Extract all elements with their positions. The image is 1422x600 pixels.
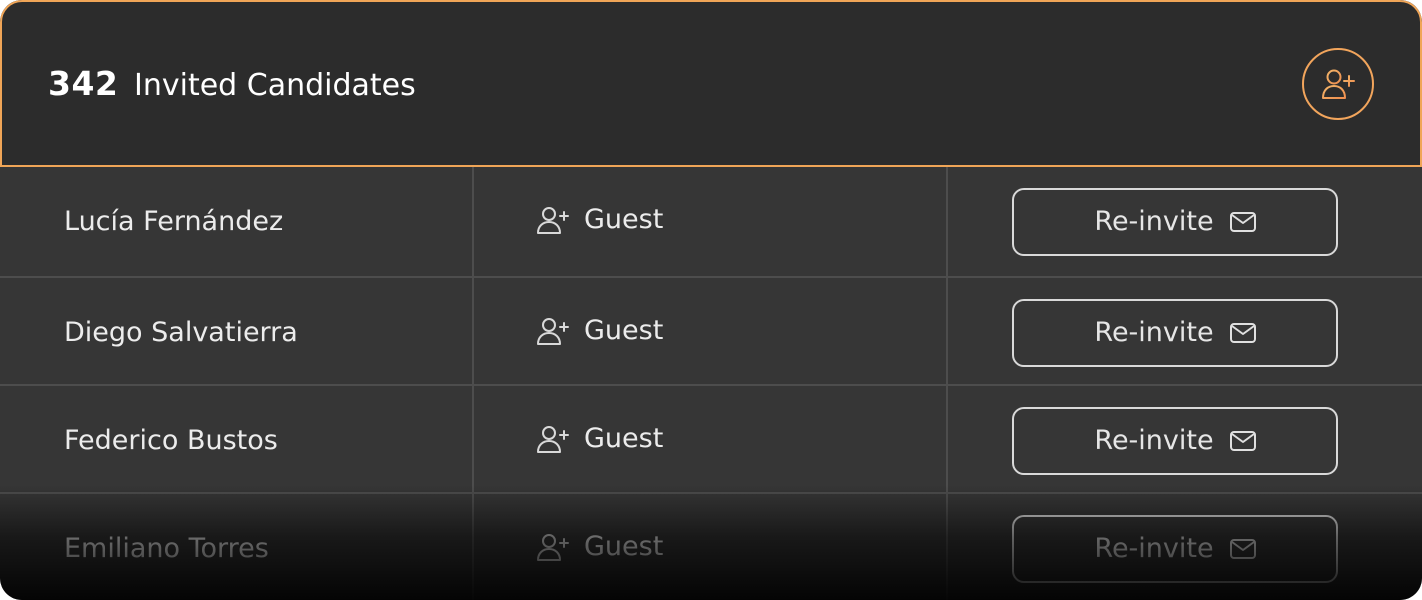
reinvite-label: Re-invite: [1094, 317, 1214, 348]
role-label: Guest: [584, 204, 664, 235]
column-divider: [472, 278, 474, 384]
candidate-role: Guest: [536, 530, 663, 564]
reinvite-button[interactable]: Re-invite: [1012, 407, 1338, 475]
column-divider: [946, 278, 948, 384]
candidate-name: Federico Bustos: [64, 425, 278, 456]
candidate-row: Lucía Fernández Guest Re-invite: [0, 167, 1422, 276]
candidate-count: 342: [48, 64, 119, 103]
user-plus-icon: [536, 532, 570, 562]
mail-icon: [1229, 212, 1256, 232]
candidate-role: Guest: [536, 422, 663, 456]
role-label: Guest: [584, 423, 664, 454]
reinvite-label: Re-invite: [1094, 206, 1214, 237]
card-header: 342 Invited Candidates: [0, 0, 1422, 167]
column-divider: [946, 386, 948, 492]
mail-icon: [1229, 539, 1256, 559]
mail-icon: [1229, 431, 1256, 451]
mail-icon: [1229, 323, 1256, 343]
candidate-role: Guest: [536, 203, 663, 237]
column-divider: [472, 167, 474, 276]
reinvite-button[interactable]: Re-invite: [1012, 188, 1338, 256]
candidate-row: Diego Salvatierra Guest Re-invite: [0, 276, 1422, 384]
candidate-role: Guest: [536, 314, 663, 348]
user-plus-icon: [536, 316, 570, 346]
role-label: Guest: [584, 531, 664, 562]
invited-candidates-card: 342 Invited Candidates Lucía Fernández G…: [0, 0, 1422, 600]
column-divider: [946, 167, 948, 276]
candidate-row: Federico Bustos Guest Re-invite: [0, 384, 1422, 492]
add-candidate-button[interactable]: [1302, 48, 1374, 120]
candidate-list: Lucía Fernández Guest Re-invite Diego Sa…: [0, 167, 1422, 600]
column-divider: [946, 494, 948, 600]
user-plus-icon: [536, 205, 570, 235]
column-divider: [472, 494, 474, 600]
candidate-name: Emiliano Torres: [64, 533, 269, 564]
candidate-row: Emiliano Torres Guest Re-invite: [0, 492, 1422, 600]
candidate-name: Diego Salvatierra: [64, 317, 298, 348]
reinvite-button[interactable]: Re-invite: [1012, 515, 1338, 583]
candidate-name: Lucía Fernández: [64, 206, 284, 237]
reinvite-button[interactable]: Re-invite: [1012, 299, 1338, 367]
user-plus-icon: [1320, 67, 1356, 101]
user-plus-icon: [536, 424, 570, 454]
reinvite-label: Re-invite: [1094, 533, 1214, 564]
card-title: Invited Candidates: [134, 68, 416, 103]
column-divider: [472, 386, 474, 492]
reinvite-label: Re-invite: [1094, 425, 1214, 456]
role-label: Guest: [584, 315, 664, 346]
